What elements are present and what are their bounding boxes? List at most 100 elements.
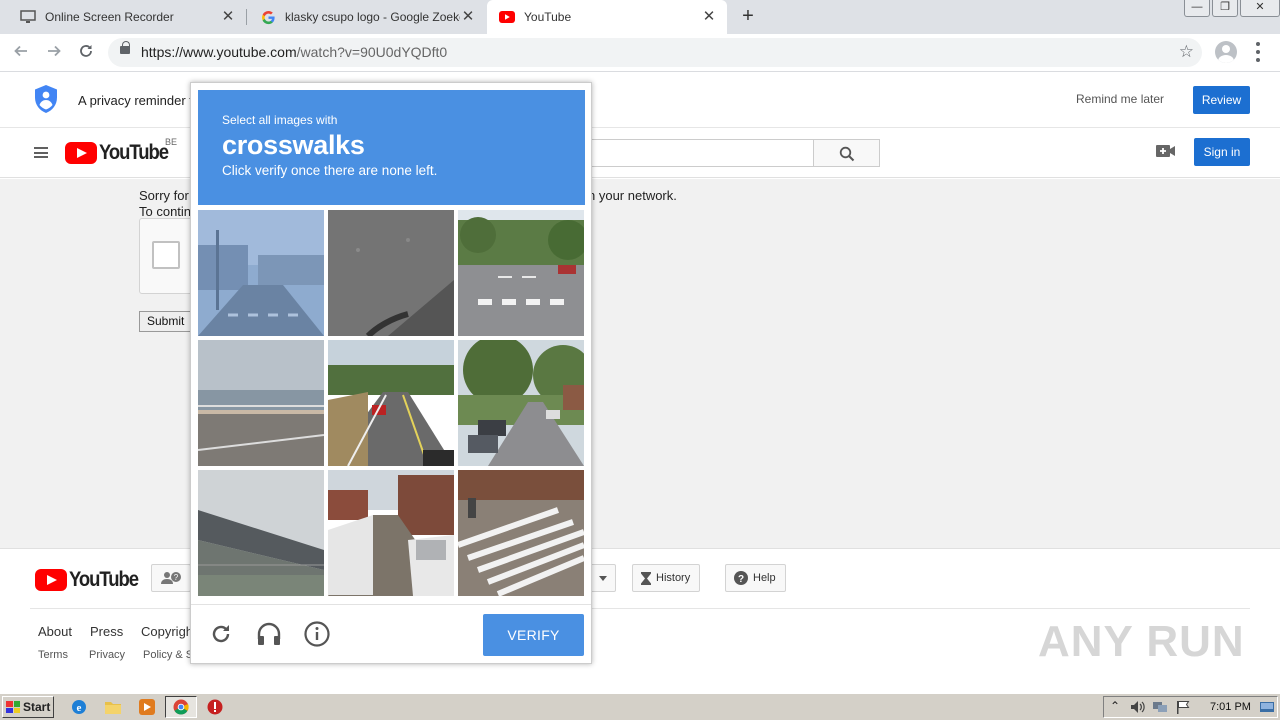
upload-video-icon[interactable] <box>1156 144 1176 161</box>
internet-explorer-icon[interactable]: e <box>70 698 88 716</box>
windows-taskbar: Start e ⌃ 7:01 PM <box>0 693 1280 720</box>
captcha-tile-tree-lined-street-cars[interactable] <box>458 340 584 466</box>
close-icon[interactable]: ✕ <box>220 9 236 25</box>
window-close-button[interactable]: ✕ <box>1240 0 1280 17</box>
browser-toolbar: https://www.youtube.com/watch?v=90U0dYQD… <box>0 34 1280 72</box>
captcha-tile-street-with-crosswalk-faded[interactable] <box>198 210 324 336</box>
restore-button[interactable]: ❐ <box>1212 0 1238 17</box>
reload-icon[interactable] <box>73 40 99 66</box>
recaptcha-challenge: Select all images with crosswalks Click … <box>190 82 592 664</box>
svg-text:e: e <box>77 702 82 714</box>
sign-in-button[interactable]: Sign in <box>1194 138 1250 166</box>
verify-button[interactable]: VERIFY <box>483 614 584 656</box>
new-tab-button[interactable]: + <box>737 5 759 27</box>
recaptcha-checkbox[interactable] <box>152 241 180 269</box>
continue-text: To contin <box>139 204 192 219</box>
tab-youtube[interactable]: YouTube ✕ <box>487 0 727 34</box>
tray-expand-icon[interactable]: ⌃ <box>1110 699 1120 713</box>
footer-link-copyright[interactable]: Copyrigh <box>141 624 193 639</box>
youtube-logo-text: YouTube <box>69 568 139 591</box>
captcha-tile-waterfront-road[interactable] <box>198 340 324 466</box>
history-label: History <box>656 572 691 584</box>
review-button[interactable]: Review <box>1193 86 1250 114</box>
clock: 7:01 PM <box>1210 701 1251 713</box>
system-tray: ⌃ 7:01 PM <box>1103 696 1278 718</box>
svg-text:?: ? <box>738 574 744 585</box>
captcha-tile-highway-overpass[interactable] <box>198 470 324 596</box>
challenge-target: crosswalks <box>222 130 365 160</box>
captcha-tile-asphalt-closeup[interactable] <box>328 210 454 336</box>
footer-link-terms[interactable]: Terms <box>38 649 68 661</box>
windows-logo-icon <box>6 701 20 713</box>
search-input[interactable] <box>585 139 814 167</box>
forward-arrow-icon[interactable] <box>41 40 67 66</box>
captcha-tile-highway-with-car[interactable] <box>328 340 454 466</box>
google-g-icon <box>260 9 276 25</box>
help-button[interactable]: ? Help <box>725 564 786 592</box>
svg-text:?: ? <box>174 573 179 582</box>
captcha-tile-snowy-alley[interactable] <box>328 470 454 596</box>
remind-me-later-link[interactable]: Remind me later <box>1076 92 1164 106</box>
start-label: Start <box>23 700 51 714</box>
taskbar-chrome-active[interactable] <box>165 696 197 718</box>
footer-link-press[interactable]: Press <box>90 624 123 639</box>
minimize-button[interactable]: — <box>1184 0 1210 17</box>
network-icon[interactable] <box>1152 700 1168 717</box>
stop-sign-icon[interactable] <box>206 698 224 716</box>
profile-avatar-icon[interactable] <box>1215 41 1237 63</box>
headphones-icon[interactable] <box>255 620 283 648</box>
footer-link-about[interactable]: About <box>38 624 72 639</box>
history-button[interactable]: History <box>632 564 701 592</box>
anyrun-watermark: ANY RUN <box>1038 617 1245 666</box>
browser-menu-icon[interactable] <box>1256 42 1260 62</box>
sorry-text: Sorry for <box>139 188 189 203</box>
chevron-down-icon <box>599 572 607 584</box>
volume-icon[interactable] <box>1130 700 1146 717</box>
footer-youtube-logo[interactable]: YouTube <box>35 568 147 592</box>
search-button[interactable] <box>813 139 880 167</box>
help-icon: ? <box>734 571 748 585</box>
close-icon[interactable]: ✕ <box>460 9 476 25</box>
media-player-icon[interactable] <box>138 698 156 716</box>
window-controls: — ❐ ✕ <box>1182 0 1280 18</box>
language-button[interactable]: ? <box>151 564 191 592</box>
captcha-tile-residential-street-crosswalk[interactable] <box>458 210 584 336</box>
challenge-image-grid <box>198 210 585 597</box>
youtube-play-icon <box>35 569 67 591</box>
footer-link-privacy[interactable]: Privacy <box>89 649 125 661</box>
search-icon <box>839 146 855 162</box>
flag-icon[interactable] <box>1176 700 1190 717</box>
challenge-note: Click verify once there are none left. <box>222 163 438 178</box>
sorry-text-end: n your network. <box>588 188 677 203</box>
challenge-instruction: Select all images with <box>222 113 338 127</box>
youtube-logo[interactable]: YouTube BE <box>65 137 177 165</box>
tab-strip: Online Screen Recorder ✕ klasky csupo lo… <box>0 0 1280 34</box>
youtube-play-icon <box>65 142 97 164</box>
people-icon: ? <box>160 571 184 585</box>
monitor-icon <box>20 9 36 25</box>
info-icon[interactable] <box>303 620 331 648</box>
back-arrow-icon[interactable] <box>8 40 34 66</box>
youtube-logo-text: YouTube <box>99 141 169 164</box>
privacy-reminder-text: A privacy reminder f <box>78 93 193 108</box>
reload-challenge-icon[interactable] <box>207 620 235 648</box>
hourglass-icon <box>641 571 651 585</box>
captcha-tile-crosswalk-stripes-closeup[interactable] <box>458 470 584 596</box>
dropdown-button[interactable] <box>588 564 616 592</box>
hamburger-menu-icon[interactable] <box>34 147 48 158</box>
bookmark-star-icon[interactable]: ☆ <box>1179 42 1194 62</box>
tab-title: YouTube <box>524 10 572 24</box>
footer-link-policy[interactable]: Policy & S <box>143 649 193 661</box>
help-label: Help <box>753 572 776 584</box>
chrome-icon <box>173 699 189 715</box>
tab-online-screen-recorder[interactable]: Online Screen Recorder ✕ <box>0 0 246 34</box>
submit-button[interactable]: Submit <box>139 311 197 332</box>
lock-icon <box>120 41 130 54</box>
tab-title: klasky csupo logo - Google Zoeken <box>285 10 460 24</box>
show-desktop-icon[interactable] <box>1260 700 1274 717</box>
close-icon[interactable]: ✕ <box>701 9 717 25</box>
tab-google-search[interactable]: klasky csupo logo - Google Zoeken ✕ <box>247 0 486 34</box>
address-bar[interactable]: https://www.youtube.com/watch?v=90U0dYQD… <box>108 38 1202 67</box>
start-button[interactable]: Start <box>2 696 54 718</box>
folder-icon[interactable] <box>104 698 122 716</box>
